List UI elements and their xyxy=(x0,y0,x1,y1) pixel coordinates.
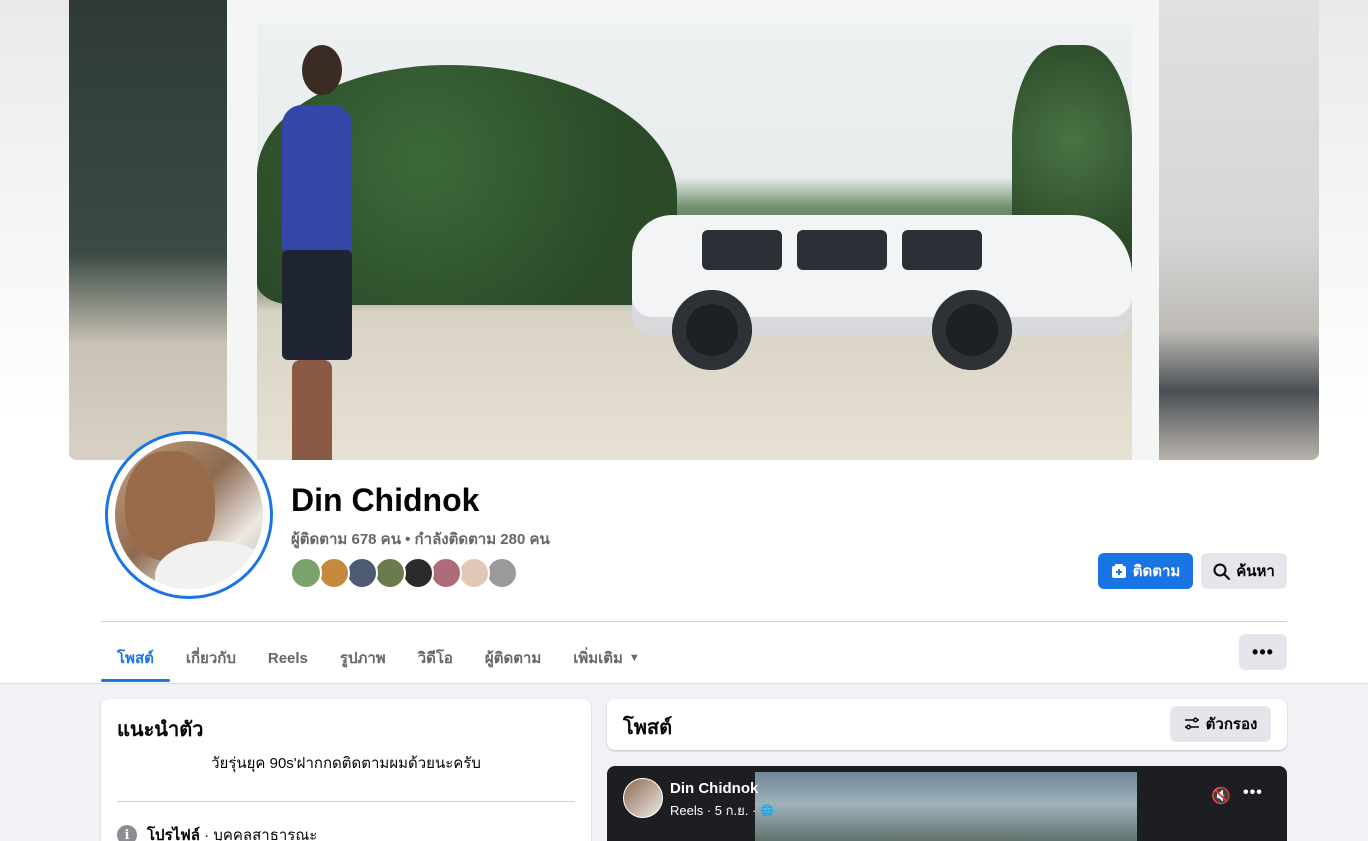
cover-person xyxy=(267,45,357,460)
filter-label: ตัวกรอง xyxy=(1205,716,1258,733)
follower-avatar[interactable] xyxy=(290,557,322,589)
intro-bio: วัยรุ่นยุค 90s'ฝากกดติดตามผมด้วยนะครับ xyxy=(211,755,481,772)
cover-suv xyxy=(632,185,1132,385)
intro-card: แนะนำตัว วัยรุ่นยุค 90s'ฝากกดติดตามผมด้ว… xyxy=(101,699,591,841)
follower-avatar[interactable] xyxy=(430,557,462,589)
search-icon xyxy=(1213,563,1231,580)
follower-avatar[interactable] xyxy=(346,557,378,589)
tab-reels[interactable]: Reels xyxy=(252,634,324,682)
intro-divider xyxy=(117,801,575,802)
reel-author-avatar[interactable] xyxy=(623,778,663,818)
follow-plus-icon xyxy=(1111,564,1126,578)
search-label: ค้นหา xyxy=(1236,563,1275,580)
follower-avatar[interactable] xyxy=(486,557,518,589)
reel-thumbnail[interactable] xyxy=(755,772,1137,841)
tab-photos[interactable]: รูปภาพ xyxy=(324,634,402,682)
reel-more-icon[interactable]: ••• xyxy=(1243,784,1263,802)
follower-avatar[interactable] xyxy=(402,557,434,589)
profile-tabs: โพสต์ เกี่ยวกับ Reels รูปภาพ วิดีโอ ผู้ต… xyxy=(101,634,656,682)
follower-stats[interactable]: ผู้ติดตาม 678 คน • กำลังติดตาม 280 คน xyxy=(291,527,550,551)
tab-videos[interactable]: วิดีโอ xyxy=(402,634,469,682)
follower-avatar[interactable] xyxy=(458,557,490,589)
filter-sliders-icon xyxy=(1184,717,1199,730)
tab-posts[interactable]: โพสต์ xyxy=(101,634,170,682)
info-icon: i xyxy=(117,825,137,841)
profile-name: Din Chidnok xyxy=(291,482,480,518)
follow-label: ติดตาม xyxy=(1132,563,1181,580)
reel-meta-text: Reels · 5 ก.ย. · xyxy=(670,803,757,818)
follow-button[interactable]: ติดตาม xyxy=(1098,553,1193,589)
caret-down-icon: ▼ xyxy=(628,652,640,664)
more-options-button[interactable]: ••• xyxy=(1239,634,1287,670)
globe-icon: 🌐 xyxy=(760,805,774,817)
filter-button[interactable]: ตัวกรอง xyxy=(1170,706,1271,742)
follower-avatars[interactable] xyxy=(290,557,518,589)
cover-blur-left xyxy=(69,0,229,460)
reel-meta: Reels · 5 ก.ย. · 🌐 xyxy=(670,800,774,821)
posts-title: โพสต์ xyxy=(623,717,673,739)
intro-profile-row: i โปรไฟล์ · บุคคลสาธารณะ xyxy=(117,823,317,841)
cover-image-frame xyxy=(227,0,1162,460)
tab-about[interactable]: เกี่ยวกับ xyxy=(170,634,252,682)
profile-avatar[interactable] xyxy=(105,431,273,599)
tab-more[interactable]: เพิ่มเติม ▼ xyxy=(557,634,656,682)
tab-followers[interactable]: ผู้ติดตาม xyxy=(469,634,557,682)
cover-blur-right xyxy=(1159,0,1319,460)
header-divider xyxy=(101,621,1287,622)
cover-photo[interactable] xyxy=(69,0,1319,460)
intro-title: แนะนำตัว xyxy=(117,719,204,741)
cover-scene xyxy=(257,25,1132,460)
follower-avatar[interactable] xyxy=(318,557,350,589)
intro-profile-label: โปรไฟล์ xyxy=(147,827,200,841)
posts-header-card: โพสต์ ตัวกรอง xyxy=(607,699,1287,750)
intro-profile-value: · บุคคลสาธารณะ xyxy=(200,827,318,841)
reel-post[interactable]: Din Chidnok Reels · 5 ก.ย. · 🌐 🔇 ••• xyxy=(607,766,1287,841)
follower-avatar[interactable] xyxy=(374,557,406,589)
profile-search-button[interactable]: ค้นหา xyxy=(1201,553,1287,589)
avatar-photo xyxy=(115,441,263,589)
mute-icon[interactable]: 🔇 xyxy=(1211,786,1231,806)
reel-author-name[interactable]: Din Chidnok xyxy=(670,780,758,797)
